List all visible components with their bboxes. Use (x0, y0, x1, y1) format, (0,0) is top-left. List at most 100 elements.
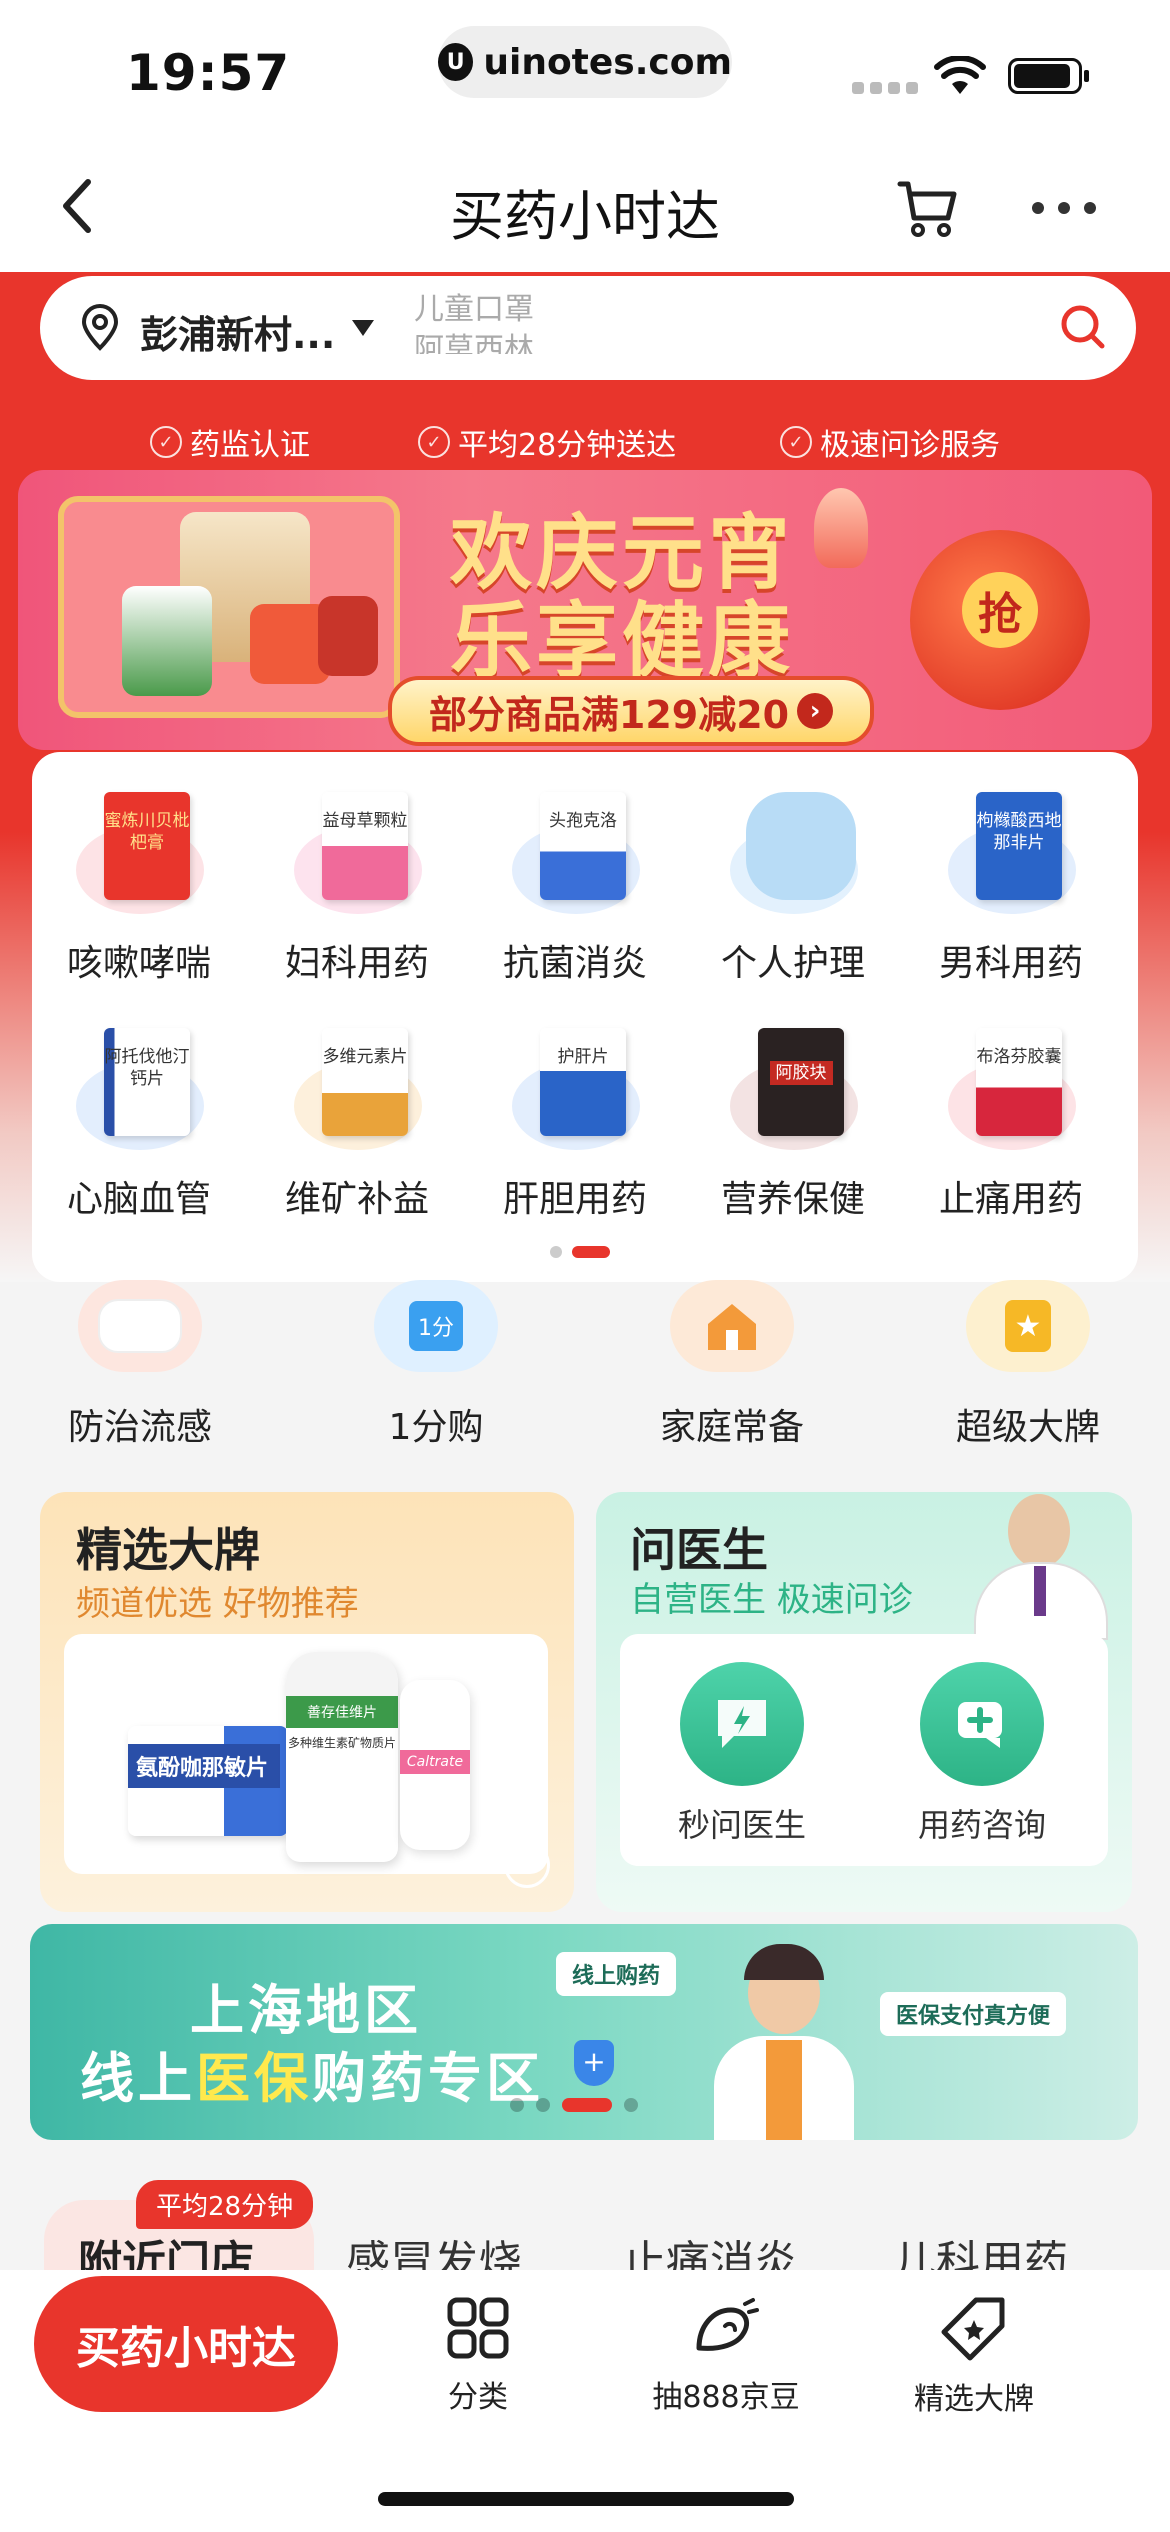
chevron-right-circle-icon[interactable]: › (504, 1842, 550, 1888)
search-input[interactable]: 儿童口罩 阿莫西林 (414, 290, 714, 354)
search-icon[interactable] (1058, 302, 1108, 352)
category-label: 营养保健 (720, 1179, 865, 1220)
quick-link-label: 超级大牌 (955, 1407, 1100, 1448)
basket-badge: 1分 (409, 1301, 463, 1351)
brand-card-subtitle: 频道优选 好物推荐 (76, 1584, 359, 1624)
hourly-delivery-button[interactable]: 买药小时达 (34, 2276, 338, 2412)
category-personal-care[interactable]: 个人护理 (698, 786, 888, 986)
vitamin-icon: 多维元素片 (282, 1022, 432, 1152)
insurance-pay-tag: 医保支付真方便 (880, 1992, 1067, 2036)
medical-chat-icon (920, 1662, 1044, 1786)
quick-link-label: 1分购 (388, 1407, 484, 1448)
category-box-text: 益母草颗粒 (322, 792, 408, 900)
banner-promo-text: 部分商品满129减20 (428, 692, 790, 737)
trust-badge-label: 药监认证 (190, 428, 310, 463)
quick-link-flu[interactable]: 防治流感 (40, 1280, 240, 1450)
page-title: 买药小时达 (450, 185, 720, 248)
bottom-tab-category[interactable]: 分类 (378, 2296, 578, 2416)
more-icon[interactable] (1032, 202, 1096, 214)
category-nutrition[interactable]: 阿胶块 营养保健 (698, 1022, 888, 1222)
quick-link-super-brand[interactable]: ★ 超级大牌 (928, 1280, 1128, 1450)
bottom-tab-lottery[interactable]: 抽888京豆 (626, 2296, 826, 2416)
category-label: 男科用药 (938, 943, 1083, 984)
brand-product-2-sub: 多种维生素矿物质片 (288, 1736, 397, 1750)
status-time: 19:57 (126, 44, 291, 102)
category-label: 止痛用药 (938, 1179, 1083, 1220)
category-label: 妇科用药 (284, 943, 429, 984)
insurance-banner-line2: 线上医保购药专区 (80, 2034, 544, 2113)
check-icon: ✓ (150, 426, 182, 458)
category-label: 维矿补益 (284, 1179, 429, 1220)
online-purchase-tag: 线上购药 (556, 1952, 677, 1996)
mask-icon (718, 786, 868, 916)
quick-consult-button[interactable]: 秒问医生 (662, 1662, 822, 1846)
mask-icon (78, 1280, 202, 1372)
nutrition-icon: 阿胶块 (718, 1022, 868, 1152)
location-selector[interactable]: 彭浦新村... (140, 304, 335, 359)
bottom-tab-brands[interactable]: 精选大牌 (874, 2296, 1074, 2418)
doctor-avatar (966, 1490, 1116, 1640)
home-indicator (378, 2492, 794, 2506)
cardiovascular-medicine-icon: 阿托伐他汀钙片 (64, 1022, 214, 1152)
chevron-right-icon: › (797, 693, 834, 729)
banner-product-box-1 (122, 586, 212, 696)
check-icon: ✓ (780, 426, 812, 458)
trust-badge-label: 平均28分钟送达 (458, 428, 677, 463)
bottom-tab-label: 精选大牌 (914, 2382, 1034, 2417)
category-box-text: 头孢克洛 (540, 792, 626, 900)
home-icon (670, 1280, 794, 1372)
antibiotic-medicine-icon: 头孢克洛 (500, 786, 650, 916)
liver-medicine-icon: 护肝片 (500, 1022, 650, 1152)
category-mens-health[interactable]: 枸橼酸西地那非片 男科用药 (916, 786, 1106, 986)
category-page-indicator (550, 1246, 610, 1258)
category-box-text: 阿胶块 (769, 1061, 833, 1085)
shield-plus-icon: + (574, 2040, 614, 2086)
brand-product-2: 善存佳维片 多种维生素矿物质片 (286, 1652, 398, 1862)
quick-link-home-essentials[interactable]: 家庭常备 (632, 1280, 832, 1450)
trust-badge-3: ✓ 极速问诊服务 (780, 420, 1000, 464)
category-pain-relief[interactable]: 布洛芬胶囊 止痛用药 (916, 1022, 1106, 1222)
category-cough[interactable]: 蜜炼川贝枇杷膏 咳嗽哮喘 (44, 786, 234, 986)
battery-cap (1084, 70, 1089, 82)
sky-lantern-icon (814, 488, 868, 568)
trust-badge-1: ✓ 药监认证 (150, 420, 310, 464)
banner-promo-button[interactable]: 部分商品满129减20 › (388, 676, 874, 746)
url-pill[interactable]: U uinotes.com (438, 26, 732, 98)
search-placeholder-2: 阿莫西林 (414, 332, 534, 354)
category-antibiotics[interactable]: 头孢克洛 抗菌消炎 (480, 786, 670, 986)
line2-highlight: 医保 (196, 2047, 312, 2110)
category-label: 个人护理 (720, 943, 865, 984)
bean-icon (696, 2298, 759, 2351)
brand-product-2-name: 善存佳维片 (286, 1696, 398, 1728)
lantern-grab-badge: 抢 (962, 572, 1038, 648)
caret-down-icon[interactable] (350, 318, 376, 338)
gynecology-medicine-icon: 益母草颗粒 (282, 786, 432, 916)
chat-bolt-icon (680, 1662, 804, 1786)
check-icon: ✓ (418, 426, 450, 458)
category-box-text: 多维元素片 (322, 1028, 408, 1136)
quick-link-penny[interactable]: 1分 1分购 (336, 1280, 536, 1450)
quick-consult-label: 秒问医生 (677, 1806, 806, 1844)
category-cardiovascular[interactable]: 阿托伐他汀钙片 心脑血管 (44, 1022, 234, 1222)
brand-card-title: 精选大牌 (76, 1523, 260, 1577)
medication-consult-button[interactable]: 用药咨询 (902, 1662, 1062, 1846)
url-text: uinotes.com (483, 41, 732, 83)
search-placeholder-1: 儿童口罩 (414, 292, 534, 327)
category-gynecology[interactable]: 益母草颗粒 妇科用药 (262, 786, 452, 986)
cart-icon[interactable] (896, 178, 960, 238)
category-vitamins[interactable]: 多维元素片 维矿补益 (262, 1022, 452, 1222)
location-pin-icon (81, 304, 119, 351)
doctor-card-title: 问医生 (630, 1523, 768, 1577)
category-liver[interactable]: 护肝片 肝胆用药 (480, 1022, 670, 1222)
doctor-card-subtitle: 自营医生 极速问诊 (630, 1580, 913, 1620)
pain-relief-medicine-icon: 布洛芬胶囊 (936, 1022, 1086, 1152)
quick-link-label: 防治流感 (67, 1407, 212, 1448)
category-box-text: 阿托伐他汀钙片 (104, 1028, 190, 1136)
category-box-text: 枸橼酸西地那非片 (976, 792, 1062, 900)
nutrition-box: 阿胶块 (758, 1028, 844, 1136)
bottom-tab-label: 抽888京豆 (652, 2380, 800, 2415)
category-label: 抗菌消炎 (502, 943, 647, 984)
medication-consult-label: 用药咨询 (917, 1806, 1046, 1844)
wifi-icon (934, 56, 986, 94)
category-box-text: 布洛芬胶囊 (976, 1028, 1062, 1136)
